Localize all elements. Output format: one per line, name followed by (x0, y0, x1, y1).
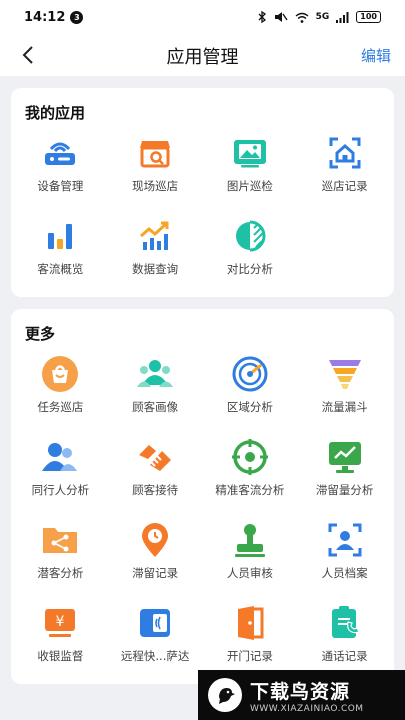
app-precise-traffic-analysis[interactable]: 精准客流分析 (203, 435, 298, 508)
target-icon (228, 435, 272, 479)
app-onsite-inspection[interactable]: 现场巡店 (108, 131, 203, 204)
app-compare-analysis[interactable]: 对比分析 (203, 214, 298, 287)
app-door-records[interactable]: 开门记录 (203, 601, 298, 674)
signal-icon (336, 11, 349, 23)
app-label: 设备管理 (37, 179, 84, 193)
status-right: 5G 100 (257, 11, 381, 23)
location-clock-icon (133, 518, 177, 562)
app-label: 人员档案 (321, 566, 368, 580)
clock: 14:12 (24, 9, 66, 25)
app-label: 顾客接待 (132, 483, 179, 497)
bar-chart-icon (38, 214, 82, 258)
app-label: 流量漏斗 (321, 400, 368, 414)
trend-chart-icon (133, 214, 177, 258)
funnel-icon (323, 352, 367, 396)
app-cashier-supervision[interactable]: ¥ 收银监督 (13, 601, 108, 674)
edit-button[interactable]: 编辑 (361, 45, 391, 66)
app-personnel-files[interactable]: 人员档案 (297, 518, 392, 591)
app-label: 人员审核 (226, 566, 273, 580)
nav-bar: 编辑 (0, 34, 405, 76)
app-companion-analysis[interactable]: 同行人分析 (13, 435, 108, 508)
compare-circle-icon (228, 214, 272, 258)
image-gallery-icon (228, 131, 272, 175)
app-traffic-funnel[interactable]: 流量漏斗 (297, 352, 392, 425)
house-scan-icon (323, 131, 367, 175)
monitor-chart-icon (323, 435, 367, 479)
app-image-inspection[interactable]: 图片巡检 (203, 131, 298, 204)
bluetooth-icon (258, 11, 266, 23)
app-potential-customer-analysis[interactable]: 潜客分析 (13, 518, 108, 591)
back-button[interactable] (16, 43, 40, 67)
companions-icon (38, 435, 82, 479)
app-label: 潜客分析 (37, 566, 84, 580)
status-left: 14:12 3 (24, 9, 84, 25)
app-label: 巡店记录 (321, 179, 368, 193)
task-bag-icon (38, 352, 82, 396)
app-dwell-analysis[interactable]: 滞留量分析 (297, 435, 392, 508)
stamp-icon (228, 518, 272, 562)
store-search-icon (133, 131, 177, 175)
my-apps-grid: 设备管理 现场巡店 图片巡检 巡店记录 客流概览 数据查询 对比分析 (11, 131, 394, 287)
app-label: 开门记录 (226, 649, 273, 663)
app-area-analysis[interactable]: 区域分析 (203, 352, 298, 425)
app-personnel-review[interactable]: 人员审核 (203, 518, 298, 591)
more-apps-title: 更多 (25, 325, 56, 343)
app-dwell-records[interactable]: 滞留记录 (108, 518, 203, 591)
app-data-query[interactable]: 数据查询 (108, 214, 203, 287)
app-remote-card[interactable]: 远程快...萨达 (108, 601, 203, 674)
app-customer-reception[interactable]: 顾客接待 (108, 435, 203, 508)
remote-card-icon (133, 601, 177, 645)
call-log-icon (323, 601, 367, 645)
app-label: 同行人分析 (31, 483, 90, 497)
watermark-url: WWW.XIAZAINIAO.COM (250, 703, 364, 714)
app-label: 精准客流分析 (215, 483, 285, 497)
app-label: 远程快...萨达 (120, 649, 190, 663)
app-device-management[interactable]: 设备管理 (13, 131, 108, 204)
app-label: 收银监督 (37, 649, 84, 663)
radar-icon (228, 352, 272, 396)
app-label: 滞留记录 (132, 566, 179, 580)
face-scan-icon (323, 518, 367, 562)
app-label: 顾客画像 (132, 400, 179, 414)
battery-indicator: 100 (356, 11, 381, 23)
app-customer-portrait[interactable]: 顾客画像 (108, 352, 203, 425)
notification-badge: 3 (70, 10, 84, 24)
chevron-left-icon (22, 46, 33, 64)
share-folder-icon (38, 518, 82, 562)
my-apps-title: 我的应用 (25, 104, 86, 122)
more-apps-card: 更多 任务巡店 顾客画像 区域分析 流量漏斗 同行人分析 顾客接待 精准客流分析… (11, 309, 394, 684)
watermark-banner: 下载鸟资源 WWW.XIAZAINIAO.COM (198, 670, 405, 720)
app-task-inspection[interactable]: 任务巡店 (13, 352, 108, 425)
app-label: 图片巡检 (226, 179, 273, 193)
my-apps-card: 我的应用 设备管理 现场巡店 图片巡检 巡店记录 客流概览 数据查询 对比分析 (11, 88, 394, 297)
more-apps-grid: 任务巡店 顾客画像 区域分析 流量漏斗 同行人分析 顾客接待 精准客流分析 滞留… (11, 352, 394, 674)
customers-icon (133, 352, 177, 396)
app-label: 客流概览 (37, 262, 84, 276)
svg-text:¥: ¥ (56, 614, 65, 630)
door-icon (228, 601, 272, 645)
cashier-icon: ¥ (38, 601, 82, 645)
mute-icon (274, 12, 288, 22)
app-label: 区域分析 (226, 400, 273, 414)
router-icon (38, 131, 82, 175)
network-label: 5G (315, 12, 330, 22)
watermark-title: 下载鸟资源 (250, 680, 351, 703)
app-traffic-overview[interactable]: 客流概览 (13, 214, 108, 287)
bird-logo-icon (208, 678, 242, 712)
status-bar: 14:12 3 5G 100 (0, 0, 405, 34)
app-inspection-records[interactable]: 巡店记录 (297, 131, 392, 204)
app-label: 任务巡店 (37, 400, 84, 414)
wifi-icon (295, 12, 309, 23)
app-label: 数据查询 (132, 262, 179, 276)
app-label: 现场巡店 (132, 179, 179, 193)
app-label: 滞留量分析 (315, 483, 374, 497)
watermark-text: 下载鸟资源 WWW.XIAZAINIAO.COM (250, 677, 364, 714)
handshake-icon (133, 435, 177, 479)
app-call-log[interactable]: 通话记录 (297, 601, 392, 674)
app-label: 通话记录 (321, 649, 368, 663)
app-label: 对比分析 (226, 262, 273, 276)
